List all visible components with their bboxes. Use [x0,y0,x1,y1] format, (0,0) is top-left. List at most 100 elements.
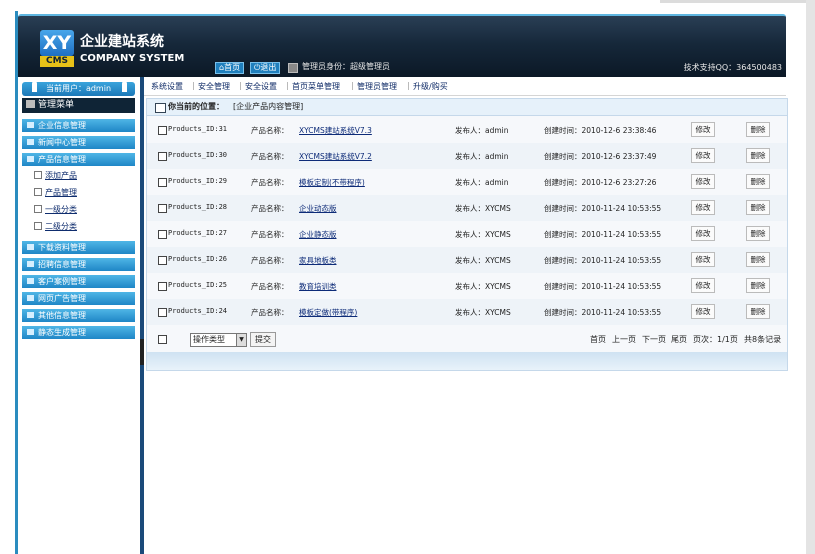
sidebar-item-company-info[interactable]: 企业信息管理 [22,119,135,133]
product-name-link[interactable]: 教育培训类 [299,281,337,292]
action-type-select[interactable]: 操作类型 ▼ [190,333,247,347]
delete-button[interactable]: 删除 [746,278,770,293]
edit-button[interactable]: 修改 [691,304,715,319]
delete-button[interactable]: 删除 [746,226,770,241]
doc-icon [34,205,42,213]
created-time-label: 创建时间： [544,282,582,291]
sidebar-item-news[interactable]: 新闻中心管理 [22,136,135,150]
edit-button[interactable]: 修改 [691,148,715,163]
pager-prev[interactable]: 上一页 [612,334,636,345]
publisher-text: 发布人：admin [455,177,509,188]
publisher-text: 发布人：XYCMS [455,255,511,266]
submit-button[interactable]: 提交 [250,332,276,347]
folder-icon [27,295,34,301]
doc-icon [34,188,42,196]
sub-item-product-manage[interactable]: 产品管理 [34,187,77,199]
pager-last[interactable]: 尾页 [671,334,687,345]
row-checkbox[interactable] [158,152,167,161]
sub-item-level2-category[interactable]: 二级分类 [34,221,77,233]
sidebar-item-products[interactable]: 产品信息管理 [22,153,135,167]
delete-button[interactable]: 删除 [746,122,770,137]
created-time-value: 2010-11-24 10:53:55 [581,204,662,213]
logout-button[interactable]: ⏻退出 [250,62,281,74]
sidebar-item-downloads[interactable]: 下载资料管理 [22,241,135,255]
row-checkbox[interactable] [158,204,167,213]
menu-admin-manage[interactable]: 管理员管理 [357,81,397,92]
edit-button[interactable]: 修改 [691,174,715,189]
home-button[interactable]: ⌂首页 [215,62,245,74]
created-time-value: 2010-12-6 23:27:26 [581,178,657,187]
sidebar-item-label: 下载资料管理 [38,243,86,252]
edit-button[interactable]: 修改 [691,122,715,137]
edit-button[interactable]: 修改 [691,278,715,293]
pager-first[interactable]: 首页 [590,334,606,345]
product-name-link[interactable]: 家具地板类 [299,255,337,266]
table-row: Products_ID:24 产品名称： 模板定做(带程序) 发布人：XYCMS 创建时… [147,299,787,325]
publisher-label: 发布人： [455,126,485,135]
created-time-text: 创建时间：2010-12-6 23:37:49 [544,151,656,162]
table-footer: 操作类型 ▼ 提交 首页 上一页 下一页 尾页 页次：1/1页 共8条记录 [147,330,787,352]
role-icon [288,63,298,73]
row-checkbox[interactable] [158,178,167,187]
edit-button[interactable]: 修改 [691,252,715,267]
select-all-checkbox[interactable] [158,335,167,344]
row-checkbox[interactable] [158,230,167,239]
created-time-text: 创建时间：2010-11-24 10:53:55 [544,281,661,292]
sub-item-add-product[interactable]: 添加产品 [34,170,77,182]
publisher-text: 发布人：XYCMS [455,229,511,240]
tech-support-text: 技术支持QQ：364500483 [683,63,782,72]
product-name-link[interactable]: XYCMS建站系统V7.3 [299,125,372,136]
delete-button[interactable]: 删除 [746,200,770,215]
home-label: 首页 [224,63,241,72]
menu-separator: | [286,81,289,90]
menu-system-settings[interactable]: 系统设置 [151,81,183,92]
sidebar-item-label: 产品信息管理 [38,155,86,164]
product-name-label: 产品名称： [251,126,289,135]
sidebar-item-static[interactable]: 静态生成管理 [22,326,135,340]
publisher-text: 发布人：XYCMS [455,281,511,292]
sidebar-item-recruitment[interactable]: 招聘信息管理 [22,258,135,272]
menu-security-settings[interactable]: 安全设置 [245,81,277,92]
sidebar-collapse-handle[interactable] [140,339,144,365]
sub-item-label: 一级分类 [45,205,77,214]
delete-button[interactable]: 删除 [746,148,770,163]
sidebar-item-other[interactable]: 其他信息管理 [22,309,135,323]
menu-homepage-menu[interactable]: 首页菜单管理 [292,81,340,92]
pager-next[interactable]: 下一页 [642,334,666,345]
created-time-value: 2010-11-24 10:53:55 [581,256,662,265]
menu-upgrade[interactable]: 升级/购买 [413,81,448,92]
product-name-link[interactable]: 模板定做(带程序) [299,307,357,318]
row-checkbox[interactable] [158,126,167,135]
edit-button[interactable]: 修改 [691,200,715,215]
menu-security-manage[interactable]: 安全管理 [198,81,230,92]
publisher-text: 发布人：admin [455,151,509,162]
menu-separator: | [239,81,242,90]
sidebar-item-cases[interactable]: 客户案例管理 [22,275,135,289]
row-checkbox[interactable] [158,282,167,291]
delete-button[interactable]: 删除 [746,174,770,189]
product-name-link[interactable]: 模板定制(不带程序) [299,177,365,188]
system-title: 企业建站系统 [80,34,164,50]
created-time-text: 创建时间：2010-11-24 10:53:55 [544,255,661,266]
publisher-label: 发布人： [455,282,485,291]
pin-icon-left [32,81,37,92]
product-name-link[interactable]: 企业静态版 [299,229,337,240]
delete-button[interactable]: 删除 [746,304,770,319]
created-time-value: 2010-12-6 23:37:49 [581,152,657,161]
sidebar-item-ads[interactable]: 网页广告管理 [22,292,135,306]
sub-item-level1-category[interactable]: 一级分类 [34,204,77,216]
row-checkbox[interactable] [158,256,167,265]
product-name-link[interactable]: 企业动态版 [299,203,337,214]
delete-button[interactable]: 删除 [746,252,770,267]
action-type-value: 操作类型 [193,335,225,344]
product-name-label: 产品名称： [251,178,289,187]
publisher-text: 发布人：admin [455,125,509,136]
current-user-bar: 当前用户：admin [22,82,135,96]
row-checkbox[interactable] [158,308,167,317]
edit-button[interactable]: 修改 [691,226,715,241]
product-name-link[interactable]: XYCMS建站系统V7.2 [299,151,372,162]
doc-icon [34,171,42,179]
window-scroll-gutter[interactable] [806,0,815,554]
folder-icon [27,312,34,318]
sidebar-item-label: 企业信息管理 [38,121,86,130]
